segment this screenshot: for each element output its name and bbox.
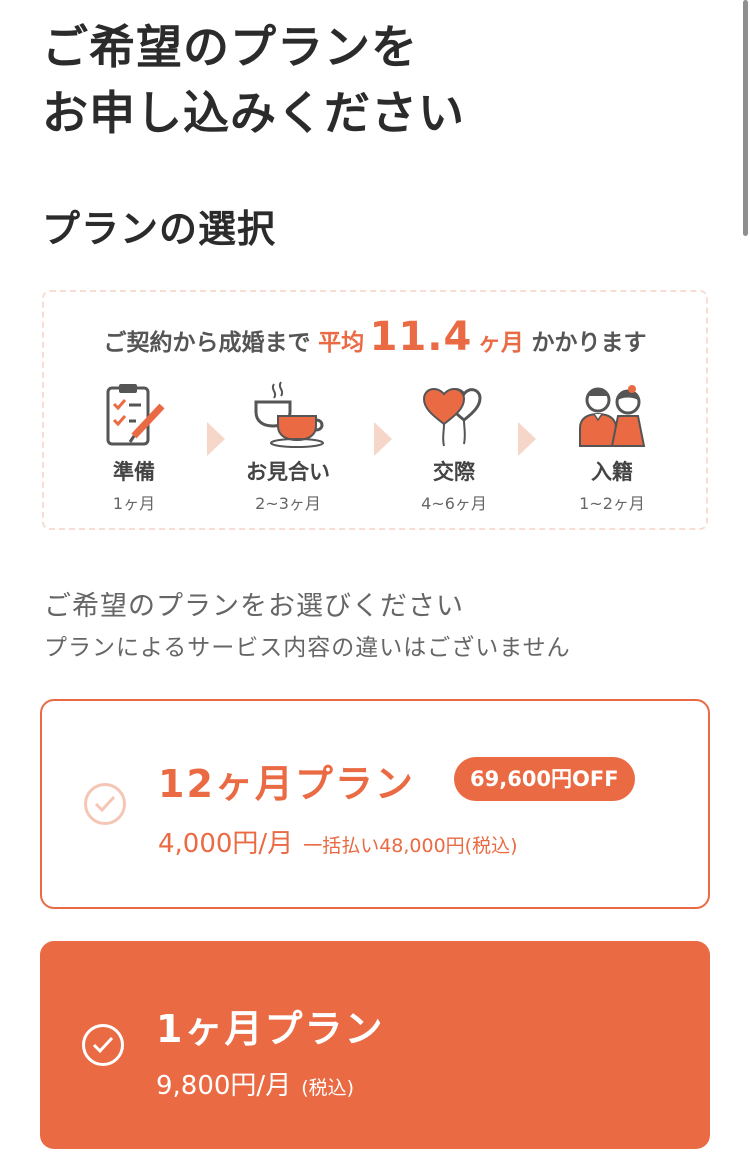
step-duration: 4~6ヶ月	[421, 494, 487, 513]
step-duration: 1~2ヶ月	[579, 494, 645, 513]
headline-prefix: ご契約から成婚まで	[103, 330, 311, 356]
step-label: 交際	[433, 460, 475, 484]
step-marriage: 入籍 1~2ヶ月	[552, 380, 672, 514]
page-title-line-2: お申し込みください	[42, 86, 465, 140]
headline-average: 平均	[318, 330, 365, 356]
step-label: 準備	[113, 460, 155, 484]
page-title: ご希望のプランを お申し込みください	[42, 14, 465, 146]
step-label: お見合い	[246, 460, 330, 484]
radio-check-icon	[84, 783, 126, 825]
plan-price-note: (税込)	[301, 1077, 355, 1099]
step-label: 入籍	[591, 460, 633, 484]
headline-unit: ヶ月	[477, 330, 524, 356]
section-title: プランの選択	[42, 207, 277, 251]
plan-name: 1ヶ月プラン	[156, 1007, 385, 1051]
step-duration: 2~3ヶ月	[255, 494, 321, 513]
plan-price-line: 4,000円/月 一括払い48,000円(税込)	[158, 823, 518, 860]
plan-price-note: 一括払い48,000円(税込)	[303, 835, 518, 857]
step-arrow	[374, 422, 392, 456]
coffee-cups-icon	[254, 381, 324, 448]
plan-price: 9,800円/月	[156, 1071, 292, 1101]
headline-number: 11.4	[369, 314, 473, 360]
page-title-line-1: ご希望のプランを	[42, 20, 418, 74]
plan-lead-subtext: プランによるサービス内容の違いはございません	[44, 635, 571, 661]
plan-option-1-month[interactable]: 1ヶ月プラン 9,800円/月 (税込)	[40, 941, 710, 1149]
step-dating: 交際 4~6ヶ月	[394, 380, 514, 514]
step-arrow	[518, 422, 536, 456]
step-duration: 1ヶ月	[112, 494, 156, 513]
heart-balloons-icon	[422, 387, 482, 447]
step-preparation: 準備 1ヶ月	[74, 380, 194, 514]
plan-lead-text: ご希望のプランをお選びください	[44, 591, 464, 622]
radio-check-icon	[82, 1024, 124, 1066]
wedding-couple-icon	[579, 385, 646, 447]
plan-name: 12ヶ月プラン	[158, 762, 415, 806]
clipboard-pencil-icon	[106, 384, 165, 446]
discount-badge: 69,600円OFF	[454, 757, 635, 801]
step-arrow	[207, 422, 225, 456]
plan-price-line: 9,800円/月 (税込)	[156, 1065, 354, 1102]
step-omiai: お見合い 2~3ヶ月	[228, 380, 348, 514]
duration-headline: ご契約から成婚まで 平均 11.4 ヶ月 かかります	[44, 314, 706, 360]
plan-price: 4,000円/月	[158, 829, 294, 859]
headline-suffix: かかります	[531, 330, 647, 356]
plan-option-12-months[interactable]: 12ヶ月プラン 69,600円OFF 4,000円/月 一括払い48,000円(税…	[40, 699, 710, 909]
duration-info-box: ご契約から成婚まで 平均 11.4 ヶ月 かかります 準備 1ヶ月 お見合い 2…	[42, 290, 708, 530]
scrollbar[interactable]	[743, 0, 748, 236]
